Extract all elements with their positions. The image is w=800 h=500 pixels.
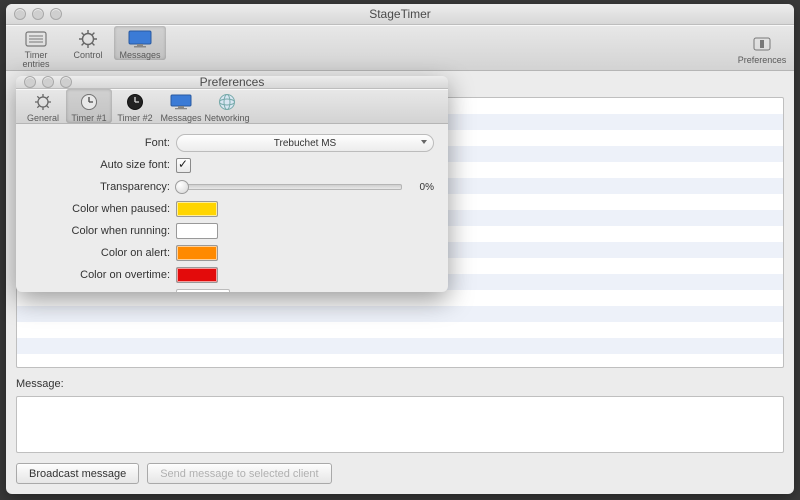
clock-icon: [76, 91, 102, 113]
minimize-icon[interactable]: [32, 8, 44, 20]
paused-color-well[interactable]: [176, 201, 218, 217]
close-icon[interactable]: [24, 76, 36, 88]
select-value: Trebuchet MS: [274, 138, 336, 149]
button-label: Send message to selected client: [160, 468, 318, 480]
tab-label: General: [27, 114, 59, 123]
tab-label: Timer #1: [71, 114, 106, 123]
pref-toolbar: General Timer #1 Timer #2: [16, 89, 448, 124]
display-icon: [127, 28, 153, 50]
tab-label: Networking: [204, 114, 249, 123]
pref-tab-timer2[interactable]: Timer #2: [112, 89, 158, 123]
zoom-icon[interactable]: [50, 8, 62, 20]
pref-tab-networking[interactable]: Networking: [204, 89, 250, 123]
running-color-well[interactable]: [176, 223, 218, 239]
pref-tab-timer1[interactable]: Timer #1: [66, 89, 112, 123]
globe-icon: [214, 91, 240, 113]
toolbar-label: Control: [73, 51, 102, 60]
font-label: Font:: [30, 137, 176, 149]
transparency-slider[interactable]: [176, 184, 402, 190]
overtime-color-label: Color on overtime:: [30, 269, 176, 281]
button-label: Broadcast message: [29, 468, 126, 480]
main-toolbar: Timer entries Control Messages: [6, 25, 794, 71]
pref-title: Preferences: [16, 76, 448, 89]
broadcast-button[interactable]: Broadcast message: [16, 463, 139, 484]
font-select[interactable]: Trebuchet MS: [176, 134, 434, 152]
transparency-value: 0%: [408, 182, 434, 193]
gear-icon: [75, 28, 101, 50]
main-titlebar[interactable]: StageTimer: [6, 4, 794, 25]
autosize-label: Auto size font:: [30, 159, 176, 171]
list-icon: [23, 28, 49, 50]
alert-color-well[interactable]: [176, 245, 218, 261]
toolbar-label: Timer entries: [10, 51, 62, 69]
tab-label: Messages: [160, 114, 201, 123]
switch-icon: [749, 33, 775, 55]
tab-label: Timer #2: [117, 114, 152, 123]
running-color-label: Color when running:: [30, 225, 176, 237]
alert-color-label: Color on alert:: [30, 247, 176, 259]
message-input[interactable]: [16, 396, 784, 453]
autosize-checkbox[interactable]: [176, 158, 191, 173]
paused-color-label: Color when paused:: [30, 203, 176, 215]
toolbar-messages[interactable]: Messages: [114, 26, 166, 60]
pref-tab-messages[interactable]: Messages: [158, 89, 204, 123]
gear-icon: [30, 91, 56, 113]
zoom-icon[interactable]: [60, 76, 72, 88]
transparency-label: Transparency:: [30, 181, 176, 193]
message-label: Message:: [16, 378, 784, 390]
toolbar-preferences[interactable]: Preferences: [734, 31, 790, 65]
input-value: 0: [200, 292, 206, 293]
display-icon: [168, 91, 194, 113]
slider-knob-icon[interactable]: [175, 180, 189, 194]
overtime-color-well[interactable]: [176, 267, 218, 283]
preferences-window: Preferences General Timer #1: [16, 76, 448, 292]
toolbar-timer-entries[interactable]: Timer entries: [10, 26, 62, 69]
pref-form: Font: Trebuchet MS Auto size font: Trans…: [16, 124, 448, 292]
toolbar-control[interactable]: Control: [62, 26, 114, 60]
pref-tab-general[interactable]: General: [20, 89, 66, 123]
send-selected-button[interactable]: Send message to selected client: [147, 463, 331, 484]
offset-input[interactable]: 0: [176, 289, 230, 293]
toolbar-label: Messages: [119, 51, 160, 60]
clock-icon: [122, 91, 148, 113]
minimize-icon[interactable]: [42, 76, 54, 88]
close-icon[interactable]: [14, 8, 26, 20]
offset-label: Vertical offset:: [30, 291, 176, 292]
toolbar-label: Preferences: [738, 56, 787, 65]
pref-titlebar[interactable]: Preferences: [16, 76, 448, 89]
window-title: StageTimer: [6, 7, 794, 21]
